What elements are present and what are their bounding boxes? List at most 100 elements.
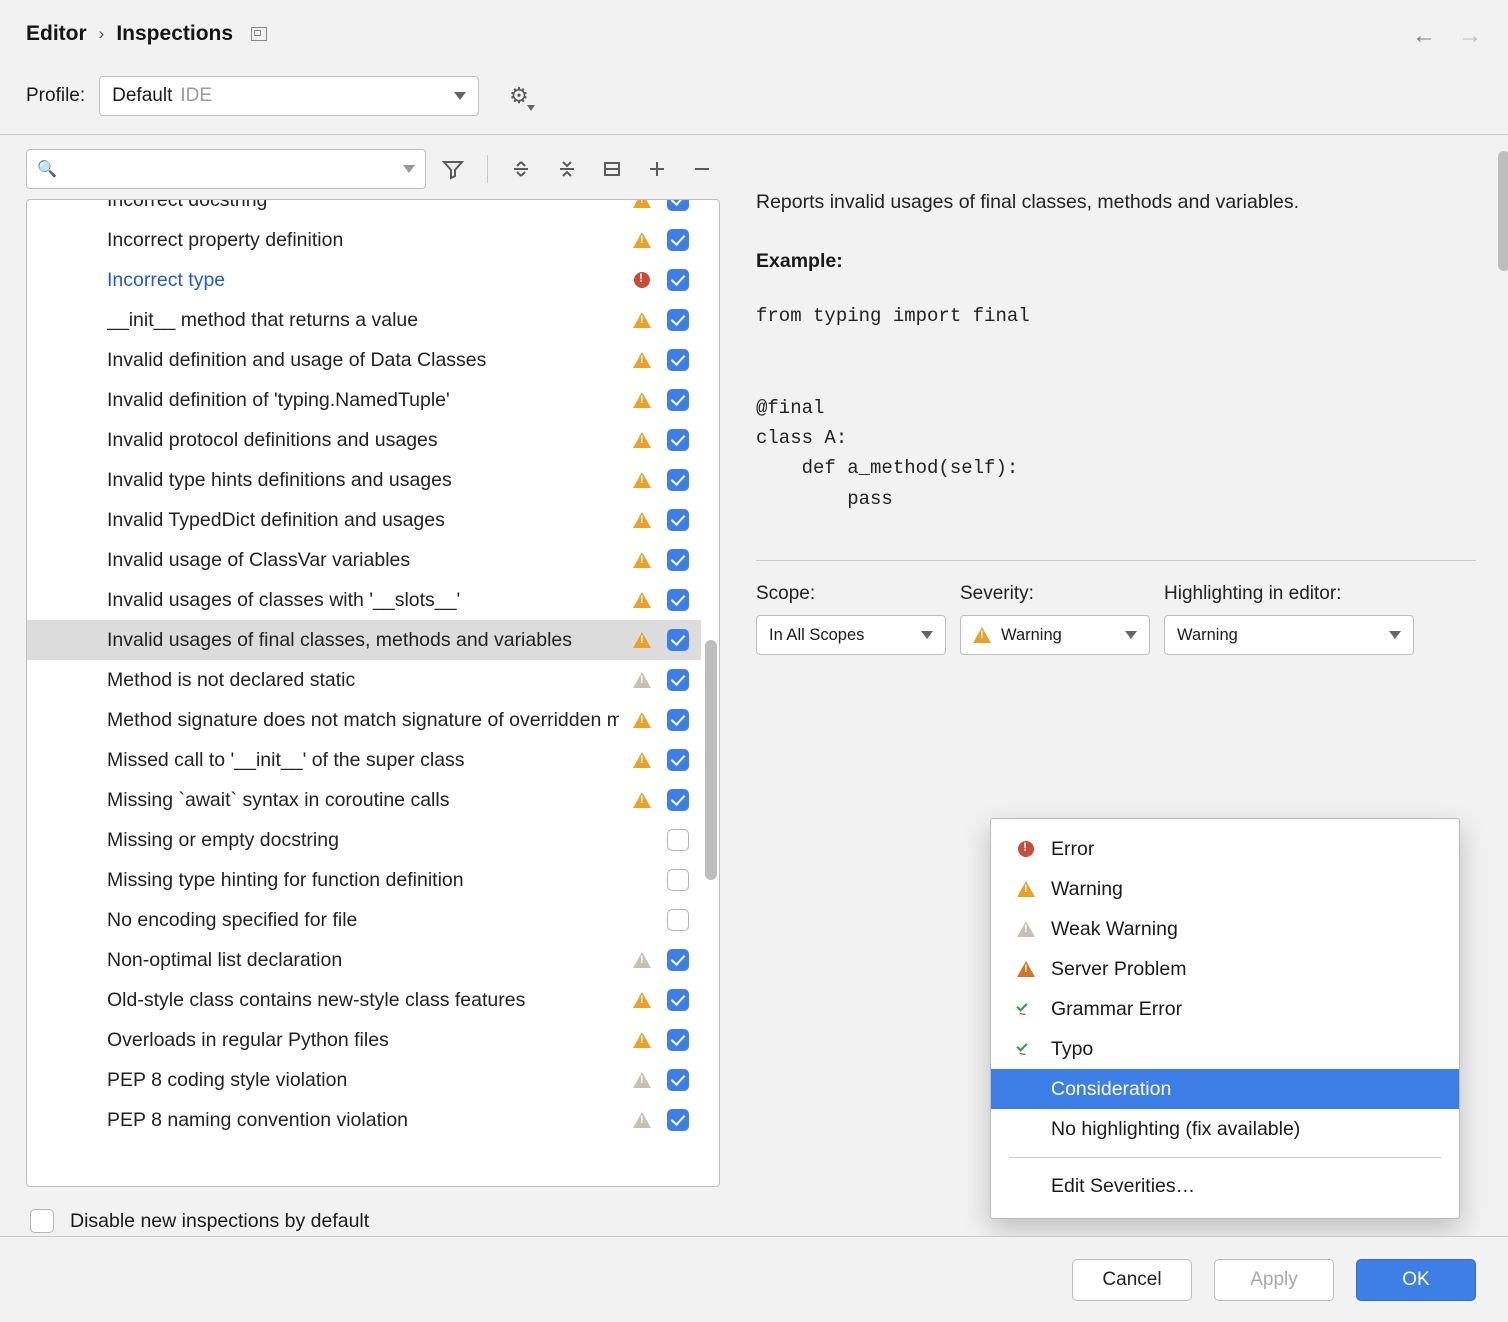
inspection-row[interactable]: Incorrect type xyxy=(27,260,701,300)
edit-severities[interactable]: Edit Severities… xyxy=(991,1166,1459,1206)
inspection-row[interactable]: Invalid type hints definitions and usage… xyxy=(27,460,701,500)
inspection-checkbox[interactable] xyxy=(667,229,689,251)
severity-option[interactable]: No highlighting (fix available) xyxy=(991,1109,1459,1149)
inspection-checkbox[interactable] xyxy=(667,309,689,331)
disable-new-inspections-checkbox[interactable] xyxy=(30,1209,54,1233)
inspection-row[interactable]: __init__ method that returns a value xyxy=(27,300,701,340)
inspection-checkbox[interactable] xyxy=(667,869,689,891)
inspection-checkbox[interactable] xyxy=(667,909,689,931)
gear-icon[interactable]: ⚙ xyxy=(509,83,529,109)
profile-select[interactable]: Default IDE xyxy=(99,76,479,116)
inspection-checkbox[interactable] xyxy=(667,1109,689,1131)
inspection-checkbox[interactable] xyxy=(667,269,689,291)
inspection-row[interactable]: Method is not declared static xyxy=(27,660,701,700)
inspection-row[interactable]: Non-optimal list declaration xyxy=(27,940,701,980)
severity-option-label: Server Problem xyxy=(1051,958,1186,981)
severity-dropdown[interactable]: Warning xyxy=(960,615,1150,655)
inspection-row[interactable]: Missing type hinting for function defini… xyxy=(27,860,701,900)
search-history-icon[interactable] xyxy=(403,165,415,173)
inspection-checkbox[interactable] xyxy=(667,989,689,1011)
chevron-down-icon xyxy=(1389,631,1401,639)
scrollbar-thumb[interactable] xyxy=(705,640,717,880)
inspection-row[interactable]: Invalid TypedDict definition and usages xyxy=(27,500,701,540)
highlighting-dropdown[interactable]: Warning xyxy=(1164,615,1414,655)
warning-icon xyxy=(633,1032,651,1048)
edit-severities-label: Edit Severities… xyxy=(1051,1175,1195,1198)
inspection-label: Invalid TypedDict definition and usages xyxy=(107,509,619,532)
inspection-row[interactable]: Missing or empty docstring xyxy=(27,820,701,860)
inspection-checkbox[interactable] xyxy=(667,749,689,771)
inspection-row[interactable]: Missed call to '__init__' of the super c… xyxy=(27,740,701,780)
scope-dropdown[interactable]: In All Scopes xyxy=(756,615,946,655)
severity-popup[interactable]: ErrorWarningWeak Warning Server Problem Gr… xyxy=(990,818,1460,1219)
expand-all-button[interactable] xyxy=(504,151,539,187)
breadcrumb-editor[interactable]: Editor xyxy=(26,22,87,46)
severity-option[interactable]: Weak Warning xyxy=(991,909,1459,949)
weak-warning-icon xyxy=(633,1112,651,1128)
inspection-checkbox[interactable] xyxy=(667,549,689,571)
inspection-checkbox[interactable] xyxy=(667,829,689,851)
inspection-row[interactable]: Invalid usages of classes with '__slots_… xyxy=(27,580,701,620)
right-scrollbar[interactable] xyxy=(1498,151,1508,271)
add-button[interactable] xyxy=(640,151,675,187)
inspection-checkbox[interactable] xyxy=(667,1029,689,1051)
inspection-checkbox[interactable] xyxy=(667,349,689,371)
severity-option[interactable]: Server Problem xyxy=(991,949,1459,989)
inspection-label: Invalid type hints definitions and usage… xyxy=(107,469,619,492)
nav-back-icon[interactable]: ← xyxy=(1412,22,1436,50)
inspection-label: Missing or empty docstring xyxy=(107,829,619,852)
inspection-label: __init__ method that returns a value xyxy=(107,309,619,332)
profile-label: Profile: xyxy=(26,85,85,107)
show-in-separate-window-icon[interactable] xyxy=(251,27,267,41)
reset-button[interactable] xyxy=(594,151,629,187)
inspection-checkbox[interactable] xyxy=(667,429,689,451)
apply-button[interactable]: Apply xyxy=(1214,1259,1334,1301)
severity-option[interactable]: Typo xyxy=(991,1029,1459,1069)
inspection-row[interactable]: PEP 8 coding style violation xyxy=(27,1060,701,1100)
inspection-checkbox[interactable] xyxy=(667,629,689,651)
inspection-label: Method signature does not match signatur… xyxy=(107,709,619,732)
inspection-label: Incorrect type xyxy=(107,269,619,292)
search-input[interactable] xyxy=(63,159,397,179)
severity-option[interactable]: Warning xyxy=(991,869,1459,909)
inspection-checkbox[interactable] xyxy=(667,589,689,611)
inspection-row[interactable]: Invalid protocol definitions and usages xyxy=(27,420,701,460)
inspection-row[interactable]: Old-style class contains new-style class… xyxy=(27,980,701,1020)
inspection-checkbox[interactable] xyxy=(667,469,689,491)
inspection-row[interactable]: Invalid usages of final classes, methods… xyxy=(27,620,701,660)
inspection-checkbox[interactable] xyxy=(667,200,689,211)
inspection-checkbox[interactable] xyxy=(667,1069,689,1091)
inspection-row[interactable]: Method signature does not match signatur… xyxy=(27,700,701,740)
severity-option[interactable]: Grammar Error xyxy=(991,989,1459,1029)
remove-button[interactable] xyxy=(685,151,720,187)
inspection-label: Missing type hinting for function defini… xyxy=(107,869,619,892)
inspection-checkbox[interactable] xyxy=(667,709,689,731)
search-box[interactable]: 🔍 xyxy=(26,149,426,189)
inspection-checkbox[interactable] xyxy=(667,789,689,811)
inspection-row[interactable]: Invalid definition of 'typing.NamedTuple… xyxy=(27,380,701,420)
filter-button[interactable] xyxy=(436,151,471,187)
weak-warning-icon xyxy=(633,672,651,688)
severity-option[interactable]: Error xyxy=(991,829,1459,869)
inspection-row[interactable]: Invalid usage of ClassVar variables xyxy=(27,540,701,580)
inspection-checkbox[interactable] xyxy=(667,949,689,971)
warning-icon xyxy=(633,472,651,488)
inspection-row[interactable]: No encoding specified for file xyxy=(27,900,701,940)
inspection-checkbox[interactable] xyxy=(667,669,689,691)
inspection-label: Invalid definition of 'typing.NamedTuple… xyxy=(107,389,619,412)
inspection-checkbox[interactable] xyxy=(667,509,689,531)
inspection-row[interactable]: Overloads in regular Python files xyxy=(27,1020,701,1060)
ok-button[interactable]: OK xyxy=(1356,1259,1476,1301)
severity-option[interactable]: Consideration xyxy=(991,1069,1459,1109)
inspection-checkbox[interactable] xyxy=(667,389,689,411)
inspection-row[interactable]: Missing `await` syntax in coroutine call… xyxy=(27,780,701,820)
breadcrumb-inspections[interactable]: Inspections xyxy=(116,22,233,46)
inspection-row[interactable]: Invalid definition and usage of Data Cla… xyxy=(27,340,701,380)
cancel-button[interactable]: Cancel xyxy=(1072,1259,1192,1301)
collapse-all-button[interactable] xyxy=(549,151,584,187)
inspection-row[interactable]: Incorrect docstring xyxy=(27,200,701,220)
inspection-row[interactable]: Incorrect property definition xyxy=(27,220,701,260)
inspection-row[interactable]: PEP 8 naming convention violation xyxy=(27,1100,701,1140)
vertical-scrollbar[interactable] xyxy=(705,200,717,1186)
inspection-list[interactable]: Incorrect docstringIncorrect property de… xyxy=(26,199,720,1187)
